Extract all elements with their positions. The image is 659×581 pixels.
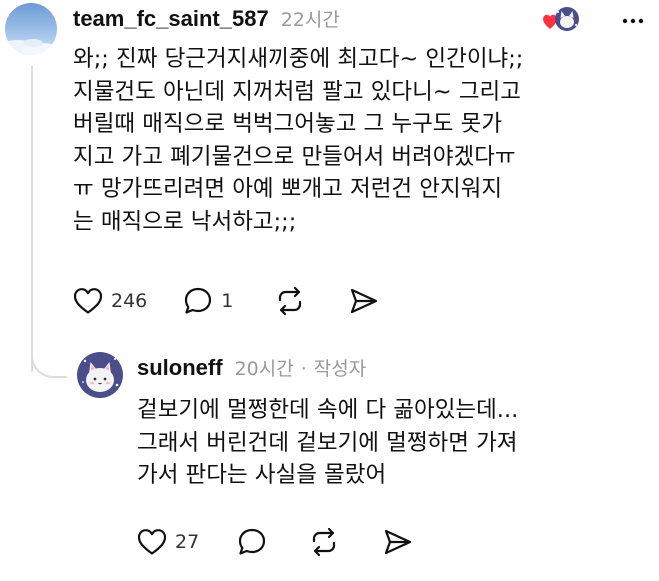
like-button[interactable]: 246	[73, 287, 147, 315]
reply-header: suloneff 20시간 · 작성자	[137, 354, 366, 381]
repost-arrows-icon	[313, 527, 336, 557]
reply-body: 겉보기에 멀쩡한데 속에 다 곪아있는데... 그래서 버린건데 겉보기에 멀쩡…	[137, 397, 519, 488]
paper-plane-icon	[351, 288, 378, 314]
username[interactable]: suloneff	[137, 355, 223, 381]
repost-button[interactable]	[309, 527, 339, 557]
timestamp: 22시간	[280, 9, 340, 31]
thread-line	[31, 66, 33, 372]
timestamp: 20시간	[234, 358, 294, 380]
heart-outline-icon	[137, 529, 167, 555]
share-button[interactable]	[383, 527, 413, 557]
reply-button[interactable]	[237, 527, 267, 557]
repost-button[interactable]	[275, 286, 305, 316]
more-options-button[interactable]	[620, 8, 646, 34]
author-badge: 작성자	[313, 358, 367, 380]
username[interactable]: team_fc_saint_587	[73, 6, 269, 32]
heart-outline-icon	[73, 288, 103, 314]
reply-actions: 27	[137, 527, 413, 557]
repost-arrows-icon	[279, 286, 302, 316]
separator: ·	[300, 358, 307, 380]
like-count: 27	[175, 531, 200, 553]
speech-bubble-icon	[239, 528, 266, 555]
avatar[interactable]	[5, 3, 57, 55]
comment-actions: 246 1	[73, 286, 379, 316]
thread-connector	[31, 350, 67, 378]
like-count: 246	[111, 290, 148, 312]
reply-button[interactable]: 1	[183, 286, 233, 316]
ellipsis-icon	[622, 18, 644, 24]
reply-count: 1	[221, 290, 234, 312]
avatar[interactable]	[77, 352, 123, 398]
comment-body: 와;; 진짜 당근거지새끼중에 최고다~ 인간이냐;; 지물건도 아닌데 지꺼처…	[73, 46, 524, 235]
speech-bubble-icon	[185, 287, 212, 314]
liked-by-author-badge	[541, 5, 581, 35]
share-button[interactable]	[349, 286, 379, 316]
paper-plane-icon	[385, 529, 412, 555]
heart-red-icon	[543, 14, 557, 29]
like-button[interactable]: 27	[137, 528, 199, 556]
comment-header: team_fc_saint_587 22시간	[73, 5, 340, 32]
